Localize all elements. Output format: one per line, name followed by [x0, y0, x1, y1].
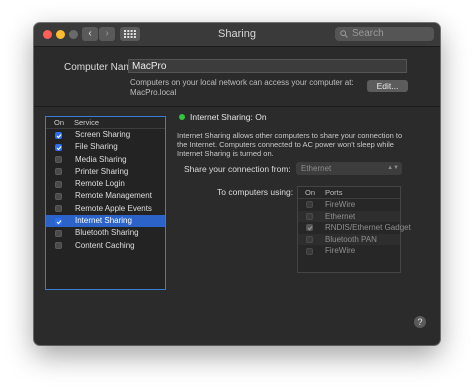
service-checkbox[interactable] [55, 217, 62, 225]
service-label: Content Caching [75, 240, 135, 250]
service-row-internet-sharing[interactable]: Internet Sharing [46, 215, 165, 228]
service-checkbox[interactable] [55, 131, 62, 139]
service-label: Bluetooth Sharing [75, 228, 139, 238]
service-checkbox[interactable] [55, 192, 62, 200]
port-label: FireWire [325, 200, 356, 209]
search-placeholder: Search [352, 28, 384, 39]
edit-button[interactable]: Edit... [367, 80, 408, 92]
port-row-bluetooth-pan[interactable]: Bluetooth PAN [298, 233, 400, 246]
share-from-label: Share your connection from: [184, 164, 291, 174]
port-label: Bluetooth PAN [325, 234, 377, 244]
service-label: Internet Sharing [75, 216, 132, 226]
to-computers-label: To computers using: [217, 187, 294, 197]
header-on: On [54, 118, 65, 127]
computer-name-field[interactable]: MacPro [128, 59, 407, 73]
port-row-rndis[interactable]: RNDIS/Ethernet Gadget [298, 222, 411, 234]
ports-header-on: On [305, 188, 316, 197]
sharing-window: ‹ › Sharing Search Computer Name: MacPro… [34, 23, 440, 345]
service-checkbox[interactable] [55, 180, 62, 188]
service-row-remote-management[interactable]: Remote Management [46, 190, 165, 202]
computer-name-description: Computers on your local network can acce… [130, 78, 354, 97]
ports-header-ports: Ports [325, 188, 343, 197]
help-icon: ? [417, 317, 423, 327]
service-list-header: On Service [46, 117, 165, 129]
checkmark-icon [56, 219, 62, 224]
share-from-value: Ethernet [301, 164, 332, 173]
port-row-firewire[interactable]: FireWire [298, 199, 400, 211]
service-list: On Service Screen Sharing File Sharing M… [45, 116, 166, 290]
ports-list: On Ports FireWire Ethernet RNDIS/Etherne… [297, 186, 411, 273]
service-row-file-sharing[interactable]: File Sharing [46, 141, 165, 153]
search-field[interactable]: Search [335, 27, 434, 41]
status-indicator [179, 114, 185, 120]
service-checkbox[interactable] [55, 242, 62, 250]
service-label: Remote Login [75, 179, 125, 189]
search-icon [340, 30, 348, 38]
port-label: FireWire [325, 246, 356, 256]
service-label: Media Sharing [75, 154, 127, 164]
port-checkbox[interactable] [306, 224, 313, 232]
port-checkbox[interactable] [306, 236, 313, 244]
divider [34, 106, 440, 107]
service-row-printer-sharing[interactable]: Printer Sharing [46, 166, 165, 178]
share-from-select[interactable]: Ethernet ▲▼ [296, 162, 402, 175]
titlebar: ‹ › Sharing Search [34, 23, 440, 47]
service-row-content-caching[interactable]: Content Caching [46, 240, 165, 252]
service-checkbox[interactable] [55, 229, 62, 237]
header-service: Service [74, 118, 100, 127]
service-label: Remote Apple Events [75, 203, 152, 213]
service-label: Printer Sharing [75, 166, 129, 176]
help-button[interactable]: ? [414, 316, 426, 328]
service-description: Internet Sharing allows other computers … [177, 131, 403, 158]
port-label: Ethernet [325, 211, 356, 221]
port-checkbox[interactable] [306, 247, 313, 255]
service-row-media-sharing[interactable]: Media Sharing [46, 154, 165, 166]
service-row-remote-login[interactable]: Remote Login [46, 178, 165, 190]
service-checkbox[interactable] [55, 205, 62, 213]
service-checkbox[interactable] [55, 143, 62, 151]
port-checkbox[interactable] [306, 212, 313, 220]
port-row-ethernet[interactable]: Ethernet [298, 210, 400, 223]
service-label: Screen Sharing [75, 130, 131, 139]
port-label: RNDIS/Ethernet Gadget [325, 223, 411, 233]
status-text: Internet Sharing: On [190, 112, 267, 122]
service-label: Remote Management [75, 191, 152, 201]
service-row-remote-apple-events[interactable]: Remote Apple Events [46, 203, 165, 215]
service-label: File Sharing [75, 142, 118, 152]
ports-header: On Ports [298, 187, 400, 199]
checkmark-icon [56, 145, 62, 151]
service-row-bluetooth-sharing[interactable]: Bluetooth Sharing [46, 227, 165, 239]
checkmark-icon [56, 133, 62, 138]
service-checkbox[interactable] [55, 168, 62, 176]
service-row-screen-sharing[interactable]: Screen Sharing [46, 129, 165, 141]
port-row-firewire-2[interactable]: FireWire [298, 245, 400, 257]
port-checkbox[interactable] [306, 201, 313, 209]
checkmark-icon [307, 226, 313, 231]
service-checkbox[interactable] [55, 156, 62, 164]
select-arrows-icon: ▲▼ [387, 165, 399, 171]
